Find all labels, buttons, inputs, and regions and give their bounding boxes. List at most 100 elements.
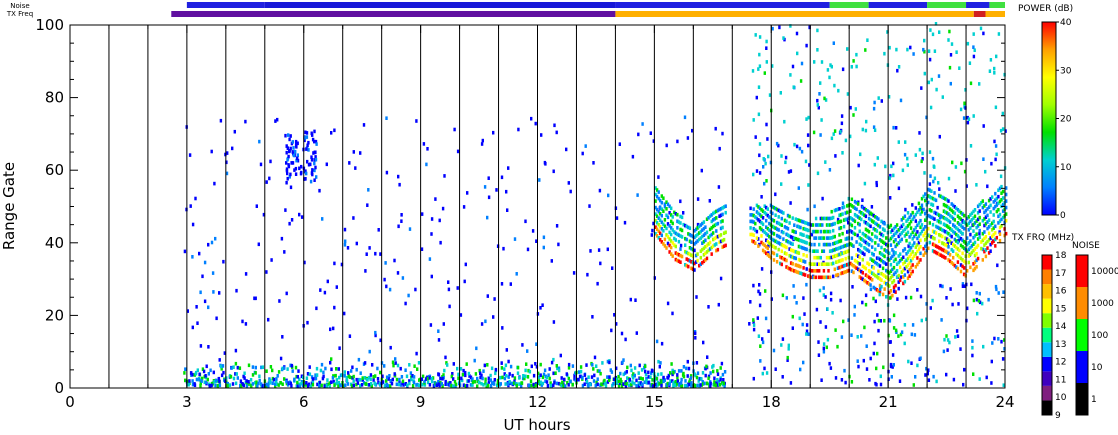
scatter-cell [757,244,760,248]
scatter-cell [509,364,513,369]
scatter-cell [754,241,757,245]
scatter-cell [311,382,315,387]
scatter-cell [701,371,705,375]
txfreq-strip-segment [171,11,616,17]
scatter-cell [608,375,611,379]
scatter-cell [416,367,419,371]
scatter-cell [989,210,992,214]
scatter-cell [722,378,725,382]
scatter-cell [918,147,922,152]
scatter-cell [589,249,592,253]
scatter-cell [937,74,941,78]
scatter-cell [928,182,932,186]
scatter-cell [660,341,664,346]
scatter-cell [383,364,386,368]
scatter-cell [623,220,627,225]
scatter-cell [641,377,644,381]
scatter-cell [689,376,693,380]
scatter-cell [308,372,312,377]
scatter-cell [706,355,709,359]
scatter-cell [819,255,822,260]
colorbar-segment [1042,269,1052,285]
scatter-cell [515,272,518,276]
scatter-cell [780,343,783,347]
scatter-cell [955,329,959,333]
scatter-cell [325,162,328,167]
colorbar-tick-label: 30 [1060,66,1072,76]
scatter-cell [781,337,785,341]
scatter-cell [526,247,530,252]
scatter-cell [881,266,885,271]
scatter-cell [238,366,242,370]
scatter-cell [834,328,837,332]
scatter-cell [972,54,976,59]
scatter-cell [995,287,998,292]
scatter-cell [459,367,463,371]
scatter-cell [751,69,755,73]
scatter-cell [816,98,819,103]
scatter-cell [894,251,897,255]
scatter-cell [584,144,587,148]
scatter-cell [989,249,992,253]
scatter-cell [421,382,424,387]
y-tick-label: 80 [45,89,64,107]
scatter-cell [401,379,405,384]
scatter-cell [869,356,872,361]
scatter-cell [934,198,938,203]
scatter-cell [879,374,882,379]
txfreq-strip-segment [985,11,1005,17]
scatter-cell [758,171,762,175]
y-tick-label: 20 [45,306,64,324]
scatter-cell [861,271,864,275]
scatter-cell [647,381,650,385]
scatter-cell [315,366,319,371]
scatter-cell [318,384,321,388]
scatter-cell [967,260,970,265]
scatter-cell [350,369,353,373]
scatter-cell [805,332,808,336]
scatter-cell [724,243,727,248]
scatter-cell [502,246,505,251]
scatter-cell [713,376,716,381]
scatter-cell [994,144,998,148]
scatter-cell [679,260,682,264]
scatter-cell [813,242,816,247]
scatter-cell [765,122,768,127]
scatter-cell [765,179,768,183]
scatter-cell [978,228,981,233]
scatter-cell [290,363,294,368]
scatter-cell [201,274,204,279]
scatter-cell [866,38,869,42]
scatter-cell [590,375,594,379]
scatter-cell [567,366,571,370]
scatter-cell [978,82,981,86]
scatter-cell [676,226,679,230]
scatter-cell [919,258,922,262]
scatter-cell [524,368,527,373]
scatter-cell [231,146,234,151]
scatter-cell [962,382,965,387]
scatter-cell [285,180,288,185]
scatter-cell [716,221,720,226]
scatter-cell [793,223,796,227]
scatter-cell [904,207,907,212]
scatter-cell [853,313,856,317]
scatter-cell [355,377,358,382]
scatter-cell [232,376,236,381]
scatter-cell [516,365,520,370]
scatter-cell [811,223,815,227]
scatter-cell [218,383,222,388]
scatter-cell [306,143,309,148]
scatter-cell [894,238,897,242]
scatter-cell [495,188,498,192]
scatter-cell [355,241,358,246]
scatter-cell [916,363,919,368]
scatter-cell [361,376,364,380]
scatter-cell [587,375,590,379]
scatter-cell [874,299,877,304]
scatter-cell [863,325,866,330]
scatter-cell [812,130,816,135]
scatter-cell [671,215,674,219]
scatter-cell [441,376,444,381]
scatter-cell [865,367,869,371]
